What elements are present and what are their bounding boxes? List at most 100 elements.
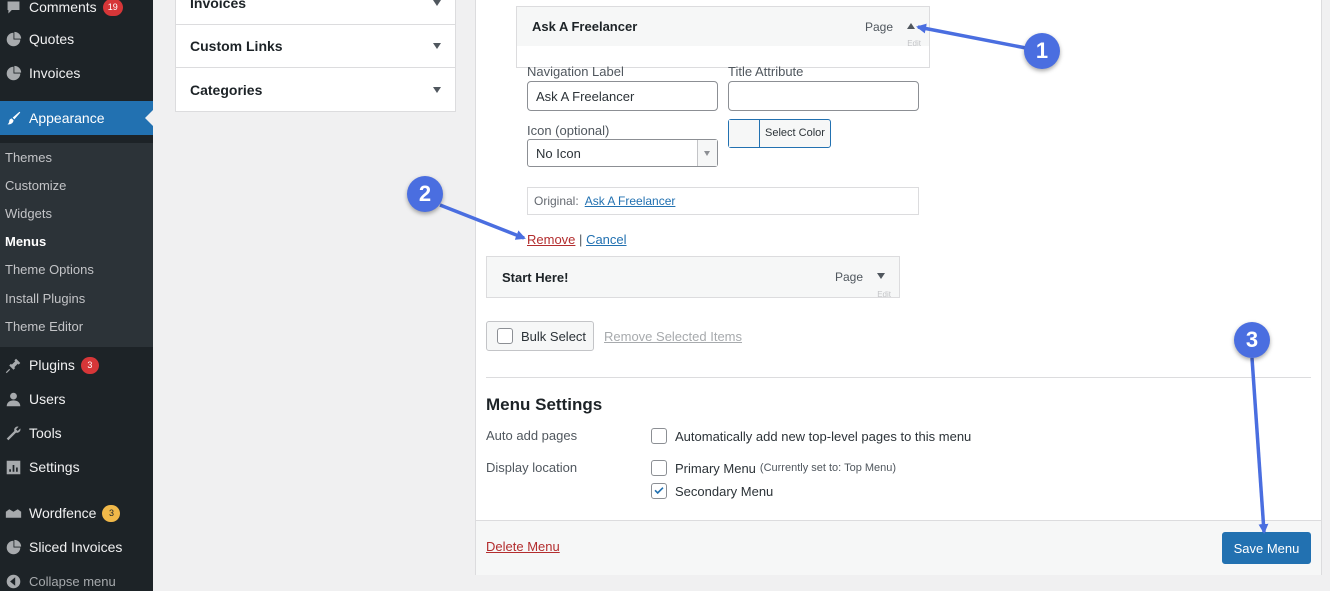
sliced-invoices-icon — [3, 537, 23, 557]
sidebar-item-label: Collapse menu — [29, 573, 116, 589]
submenu-item-widgets[interactable]: Widgets — [5, 206, 52, 221]
navigation-label-label: Navigation Label — [527, 64, 624, 79]
primary-menu-note: (Currently set to: Top Menu) — [759, 462, 897, 474]
sidebar-item-label: Sliced Invoices — [29, 539, 123, 555]
sidebar-item-appearance[interactable]: Appearance — [0, 101, 153, 135]
menu-item-title: Start Here! — [502, 269, 569, 285]
original-page-link[interactable]: Ask A Freelancer — [585, 194, 676, 208]
sidebar-item-comments[interactable]: Comments 19 — [0, 0, 153, 24]
select-color-button[interactable]: Select Color — [728, 119, 831, 148]
accordion-section-categories[interactable]: Categories — [176, 68, 455, 111]
auto-add-pages-label: Auto add pages — [486, 428, 578, 443]
menu-item-type: Page — [864, 19, 893, 34]
collapse-menu-button[interactable]: Collapse menu — [0, 564, 153, 591]
color-swatch — [729, 120, 760, 147]
display-location-label: Display location — [486, 460, 578, 475]
auto-add-pages-text: Automatically add new top-level pages to… — [675, 428, 972, 444]
auto-add-pages-option[interactable]: Automatically add new top-level pages to… — [651, 428, 971, 444]
title-attribute-input[interactable] — [728, 81, 919, 111]
wordfence-alert-badge: 3 — [102, 504, 121, 522]
sidebar-item-invoices[interactable]: Invoices — [0, 56, 153, 90]
chevron-down-icon[interactable] — [877, 273, 885, 279]
sidebar-item-label: Invoices — [29, 65, 81, 81]
tools-icon — [3, 423, 23, 443]
auto-add-pages-checkbox[interactable] — [651, 428, 667, 444]
sidebar-item-label: Quotes — [29, 31, 75, 47]
submenu-item-install-plugins[interactable]: Install Plugins — [5, 291, 85, 306]
bulk-select-button[interactable]: Bulk Select — [486, 321, 594, 351]
submenu-item-theme-options[interactable]: Theme Options — [5, 262, 94, 277]
annotation-callout-3: 3 — [1234, 322, 1270, 358]
plugins-icon — [3, 355, 23, 375]
add-menu-items-accordion: Invoices Custom Links Categories — [175, 0, 456, 112]
bulk-select-checkbox[interactable] — [497, 328, 513, 344]
comments-icon — [3, 0, 23, 17]
bulk-select-label: Bulk Select — [521, 328, 587, 344]
accordion-section-invoices[interactable]: Invoices — [176, 0, 455, 25]
sidebar-item-tools[interactable]: Tools — [0, 416, 153, 450]
paintbrush-icon — [3, 108, 23, 128]
save-menu-button[interactable]: Save Menu — [1222, 532, 1311, 564]
icon-optional-label: Icon (optional) — [527, 123, 610, 138]
chevron-down-icon — [433, 0, 441, 6]
navigation-label-input[interactable] — [527, 81, 718, 111]
accordion-section-title: Custom Links — [190, 38, 283, 54]
chevron-down-icon — [433, 43, 441, 49]
remove-menu-item-link[interactable]: Remove — [527, 232, 575, 247]
submenu-item-themes[interactable]: Themes — [5, 150, 52, 165]
sidebar-item-sliced-invoices[interactable]: Sliced Invoices — [0, 530, 153, 564]
secondary-menu-checkbox[interactable] — [651, 483, 667, 499]
original-link-box: Original: Ask A Freelancer — [527, 187, 919, 215]
select-color-label: Select Color — [765, 127, 825, 139]
menu-item-title: Ask A Freelancer — [532, 19, 638, 34]
sidebar-item-label: Plugins — [29, 357, 75, 373]
sidebar-item-label: Wordfence — [29, 505, 97, 521]
primary-menu-checkbox[interactable] — [651, 460, 667, 476]
cancel-menu-item-link[interactable]: Cancel — [586, 232, 626, 247]
sidebar-item-quotes[interactable]: Quotes — [0, 22, 153, 56]
menu-item-edit-label: Edit — [877, 290, 891, 299]
annotation-callout-2: 2 — [407, 176, 443, 212]
primary-menu-option[interactable]: Primary Menu (Currently set to: Top Menu… — [651, 460, 896, 476]
submenu-item-theme-editor[interactable]: Theme Editor — [5, 319, 83, 334]
menu-item-actions: Remove | Cancel — [527, 232, 627, 247]
menu-item-header-ask-a-freelancer[interactable]: Ask A Freelancer Page Edit — [516, 6, 930, 48]
secondary-menu-option[interactable]: Secondary Menu — [651, 483, 773, 499]
chevron-down-icon — [433, 86, 441, 93]
plugins-update-badge: 3 — [80, 356, 99, 374]
users-icon — [3, 389, 23, 409]
title-attribute-label: Title Attribute — [728, 64, 804, 79]
menu-item-type: Page — [834, 270, 863, 284]
annotation-callout-1: 1 — [1024, 33, 1060, 69]
menu-item-header-start-here[interactable]: Start Here! Page Edit — [486, 256, 900, 299]
sidebar-item-label: Appearance — [29, 110, 105, 126]
accordion-section-custom-links[interactable]: Custom Links — [176, 25, 455, 68]
current-menu-pointer — [145, 110, 153, 126]
settings-icon — [3, 457, 23, 477]
submenu-item-menus[interactable]: Menus — [5, 234, 46, 249]
sidebar-item-users[interactable]: Users — [0, 382, 153, 416]
action-separator: | — [579, 232, 583, 247]
remove-selected-items-link[interactable]: Remove Selected Items — [604, 329, 742, 344]
primary-menu-text: Primary Menu — [675, 460, 756, 476]
section-divider — [486, 377, 1311, 378]
sidebar-item-settings[interactable]: Settings — [0, 450, 153, 484]
sidebar-item-label: Tools — [29, 425, 62, 441]
invoices-icon — [3, 63, 23, 83]
chevron-up-icon[interactable] — [907, 23, 915, 29]
icon-select-value: No Icon — [536, 145, 581, 161]
comments-count-badge: 19 — [102, 0, 123, 16]
icon-select[interactable]: No Icon — [527, 139, 718, 167]
sidebar-item-plugins[interactable]: Plugins 3 — [0, 348, 153, 382]
submenu-item-customize[interactable]: Customize — [5, 178, 66, 193]
quotes-icon — [3, 29, 23, 49]
accordion-section-title: Invoices — [190, 0, 247, 11]
admin-sidebar: Comments 19 Quotes Invoices Appearance T… — [0, 0, 153, 591]
collapse-icon — [3, 571, 23, 591]
appearance-submenu: Themes Customize Widgets Menus Theme Opt… — [0, 143, 153, 347]
sidebar-item-label: Settings — [29, 459, 80, 475]
secondary-menu-text: Secondary Menu — [675, 483, 774, 499]
sidebar-item-wordfence[interactable]: Wordfence 3 — [0, 496, 153, 530]
delete-menu-link[interactable]: Delete Menu — [486, 539, 560, 554]
menu-footer-bar — [476, 520, 1321, 575]
